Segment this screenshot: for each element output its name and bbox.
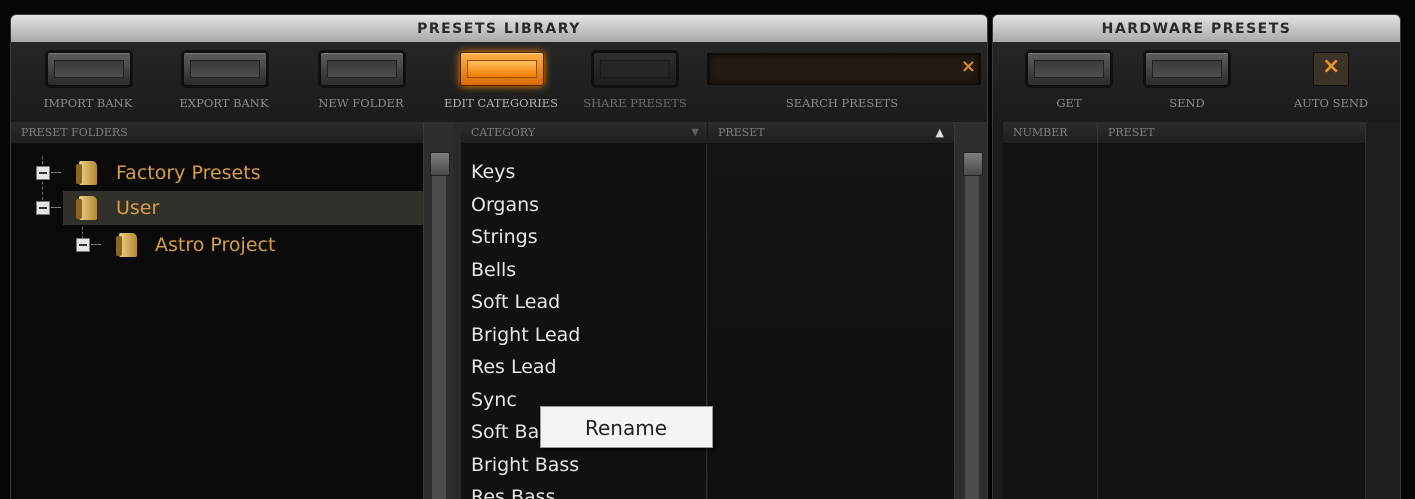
category-item-strings[interactable]: Strings xyxy=(461,221,706,254)
tree-item-label: User xyxy=(116,197,160,219)
category-item-bright-lead[interactable]: Bright Lead xyxy=(461,319,706,352)
hardware-toolbar: GET SEND × AUTO SEND xyxy=(993,42,1400,122)
send-button[interactable] xyxy=(1145,52,1229,86)
share-presets-button[interactable] xyxy=(593,52,677,86)
preset-scrollbar[interactable] xyxy=(954,122,987,499)
edit-categories-label: EDIT CATEGORIES xyxy=(443,96,559,110)
search-presets-field[interactable]: × xyxy=(707,53,981,85)
tree-item-factory-presets[interactable]: Factory Presets xyxy=(11,156,423,190)
preset-folders-header: PRESET FOLDERS xyxy=(11,122,423,144)
get-label: GET xyxy=(1056,96,1082,110)
hardware-presets-panel: HARDWARE PRESETS GET SEND × AUTO SEND NU… xyxy=(992,14,1401,499)
export-bank-button[interactable] xyxy=(183,52,267,86)
auto-send-check-icon: × xyxy=(1322,54,1341,79)
number-header[interactable]: NUMBER xyxy=(1003,122,1097,144)
import-bank-button[interactable] xyxy=(47,52,131,86)
hardware-presets-title: HARDWARE PRESETS xyxy=(993,15,1400,42)
import-bank-label: IMPORT BANK xyxy=(43,96,133,110)
export-bank-label: EXPORT BANK xyxy=(179,96,269,110)
category-item-bells[interactable]: Bells xyxy=(461,254,706,287)
search-presets-label: SEARCH PRESETS xyxy=(785,96,899,110)
presets-library-panel: PRESETS LIBRARY IMPORT BANK EXPORT BANK … xyxy=(10,14,988,499)
clear-search-icon[interactable]: × xyxy=(961,56,976,77)
hw-preset-list xyxy=(1097,144,1366,499)
tree-item-astro-project[interactable]: Astro Project xyxy=(11,228,423,262)
search-presets-input[interactable] xyxy=(708,54,960,84)
rename-menu-item[interactable]: Rename xyxy=(585,407,667,449)
share-presets-label: SHARE PRESETS xyxy=(583,96,687,110)
preset-scroll-thumb[interactable] xyxy=(963,152,983,176)
preset-header[interactable]: PRESET ▲ xyxy=(708,122,954,144)
tree-item-label: Factory Presets xyxy=(116,162,261,184)
category-item-keys[interactable]: Keys xyxy=(461,156,706,189)
preset-folders-tree: Factory Presets User Astro Project xyxy=(11,144,423,499)
tree-item-label: Astro Project xyxy=(155,234,276,256)
folder-icon xyxy=(76,161,97,185)
new-folder-button[interactable] xyxy=(320,52,404,86)
library-toolbar: IMPORT BANK EXPORT BANK NEW FOLDER EDIT … xyxy=(11,42,987,122)
tree-item-user[interactable]: User xyxy=(36,191,423,225)
auto-send-label: AUTO SEND xyxy=(1293,96,1369,110)
folders-scroll-thumb[interactable] xyxy=(430,152,450,176)
category-header[interactable]: CATEGORY ▼ xyxy=(461,122,707,144)
category-item-soft-lead[interactable]: Soft Lead xyxy=(461,286,706,319)
presets-library-title: PRESETS LIBRARY xyxy=(11,15,987,42)
new-folder-label: NEW FOLDER xyxy=(318,96,404,110)
hw-scroll-area[interactable] xyxy=(1365,122,1400,499)
get-button[interactable] xyxy=(1027,52,1111,86)
hw-number-list xyxy=(1003,144,1097,499)
folders-scrollbar[interactable] xyxy=(423,122,455,499)
preset-sort-icon[interactable]: ▲ xyxy=(936,122,944,144)
category-item-bright-bass[interactable]: Bright Bass xyxy=(461,449,706,482)
edit-categories-button[interactable] xyxy=(460,52,544,86)
collapse-icon[interactable] xyxy=(36,201,50,215)
folder-icon xyxy=(116,233,137,257)
hw-preset-header[interactable]: PRESET xyxy=(1097,122,1365,144)
category-item-organs[interactable]: Organs xyxy=(461,189,706,222)
folder-icon xyxy=(76,196,97,220)
context-menu: Rename xyxy=(540,406,713,448)
collapse-icon[interactable] xyxy=(36,166,50,180)
auto-send-toggle[interactable]: × xyxy=(1313,52,1349,86)
send-label: SEND xyxy=(1169,96,1205,110)
category-sort-icon[interactable]: ▼ xyxy=(691,122,699,144)
category-item-res-lead[interactable]: Res Lead xyxy=(461,351,706,384)
category-header-label: CATEGORY xyxy=(471,126,536,139)
category-item-res-bass[interactable]: Res Bass xyxy=(461,481,706,499)
collapse-icon[interactable] xyxy=(76,238,90,252)
preset-header-label: PRESET xyxy=(718,126,765,139)
preset-list xyxy=(708,144,954,499)
